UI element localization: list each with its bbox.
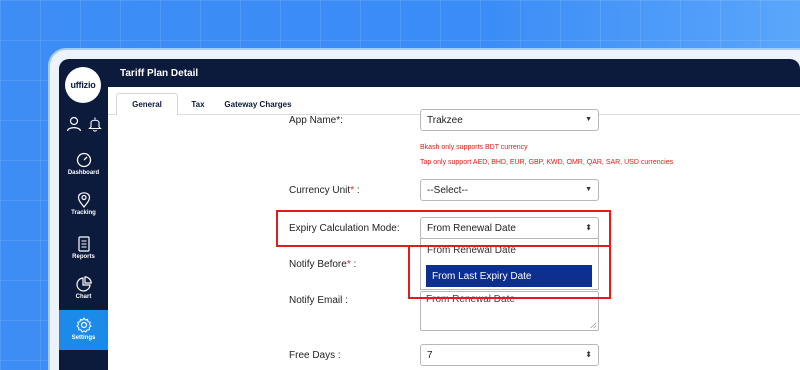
tab-tax[interactable]: Tax (186, 93, 210, 115)
warning-tap: Tap only support AED, BHD, EUR, GBP, KWD… (420, 159, 674, 166)
label-colon: : (354, 185, 360, 196)
sidebar-item-reports[interactable]: Reports (59, 236, 108, 266)
notify-email-label: Notify Email : (289, 295, 348, 306)
app-name-select[interactable]: Trakzee ▼ (420, 109, 599, 131)
chevron-down-icon: ▼ (585, 186, 592, 193)
resize-grip-icon[interactable] (590, 322, 596, 328)
sidebar-item-label: Chart (75, 294, 92, 300)
tab-label: Gateway Charges (224, 99, 292, 109)
sidebar-item-tracking[interactable]: Tracking (59, 192, 108, 222)
sidebar-item-label: Settings (71, 335, 96, 341)
tab-general[interactable]: General (116, 93, 178, 115)
gear-icon (75, 317, 92, 333)
bell-icon[interactable] (88, 116, 102, 132)
currency-unit-select[interactable]: --Select-- ▼ (420, 179, 599, 201)
highlight-box-dropdown (408, 245, 611, 299)
notify-before-label: Notify Before* : (289, 259, 356, 270)
pie-chart-icon (75, 276, 92, 292)
tab-label: General (132, 100, 162, 109)
free-days-value: 7 (427, 349, 433, 361)
tab-gateway-charges[interactable]: Gateway Charges (222, 93, 294, 115)
warning-bkash: Bkash only supports BDT currency (420, 144, 528, 151)
app-name-label: App Name*: (289, 115, 343, 126)
tab-label: Tax (191, 99, 205, 109)
app-name-value: Trakzee (427, 114, 463, 126)
sidebar-item-settings[interactable]: Settings (59, 310, 108, 350)
sort-arrows-icon: ⬍ (585, 350, 592, 359)
chevron-down-icon: ▼ (585, 116, 592, 123)
brand-logo[interactable]: uffizio (65, 67, 101, 103)
brand-logo-text: uffizio (70, 80, 96, 90)
currency-unit-label: Currency Unit* : (289, 185, 360, 196)
report-document-icon (77, 236, 90, 252)
user-icon[interactable] (66, 116, 82, 132)
currency-unit-value: --Select-- (427, 184, 469, 196)
gauge-icon (76, 152, 91, 168)
sidebar-item-dashboard[interactable]: Dashboard (59, 152, 108, 182)
sidebar-item-chart[interactable]: Chart (59, 276, 108, 306)
sidebar-item-label: Dashboard (67, 170, 100, 176)
highlight-box-expiry-label (276, 210, 611, 247)
free-days-label: Free Days : (289, 350, 341, 361)
sidebar-item-label: Tracking (71, 210, 96, 216)
currency-unit-label-text: Currency Unit (289, 185, 351, 196)
page-header: Tariff Plan Detail (108, 59, 800, 87)
free-days-select[interactable]: 7 ⬍ (420, 344, 599, 366)
sidebar-item-label: Reports (72, 254, 95, 260)
page-title: Tariff Plan Detail (120, 68, 199, 79)
location-pin-icon (77, 192, 90, 208)
notify-before-label-text: Notify Before (289, 259, 347, 270)
label-colon: : (350, 259, 357, 270)
